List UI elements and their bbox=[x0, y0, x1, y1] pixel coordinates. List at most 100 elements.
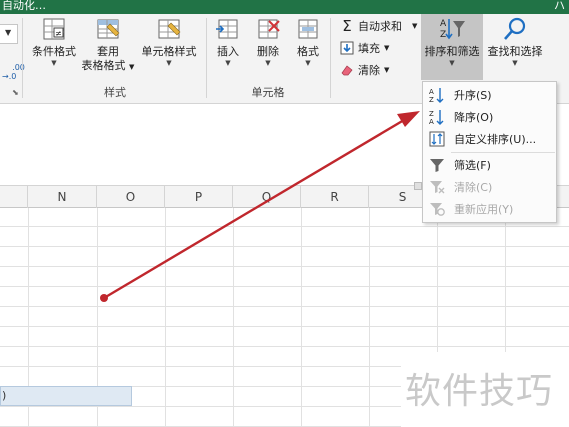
grid-line bbox=[0, 326, 569, 327]
cell-styles-icon bbox=[158, 19, 181, 39]
format-icon bbox=[298, 19, 318, 39]
chevron-down-icon: ▼ bbox=[512, 59, 518, 67]
svg-text:Z: Z bbox=[429, 96, 434, 103]
menu-item-clear-filter[interactable]: 清除(C) bbox=[423, 176, 556, 198]
sort-ascending-icon: A Z bbox=[429, 87, 445, 103]
svg-text:≠: ≠ bbox=[55, 29, 62, 38]
chevron-down-icon: ▼ bbox=[166, 59, 172, 67]
chevron-down-icon: ▼ bbox=[5, 28, 12, 37]
insert-label: 插入 bbox=[217, 45, 239, 58]
grid-line bbox=[0, 246, 569, 247]
window-title: 自动化… bbox=[2, 0, 46, 12]
grid-line bbox=[0, 306, 569, 307]
autosum-button[interactable]: Σ 自动求和 ▼ bbox=[340, 16, 417, 36]
clear-filter-icon bbox=[429, 179, 445, 195]
fill-button[interactable]: 填充 ▼ bbox=[340, 38, 389, 58]
chevron-down-icon: ▼ bbox=[225, 59, 231, 67]
menu-item-reapply[interactable]: 重新应用(Y) bbox=[423, 198, 556, 220]
magnifier-icon bbox=[504, 17, 526, 40]
dialog-launcher-icon[interactable]: ⬊ bbox=[12, 88, 19, 97]
title-bar: 自动化… ハ bbox=[0, 0, 569, 14]
autosum-label: 自动求和 bbox=[358, 20, 402, 33]
svg-text:Z: Z bbox=[440, 30, 446, 40]
menu-item-sort-descending[interactable]: Z A 降序(O) bbox=[423, 106, 556, 128]
grid-line bbox=[0, 266, 569, 267]
fill-label: 填充 bbox=[358, 42, 380, 55]
sort-filter-button[interactable]: A Z 排序和筛选 ▼ bbox=[421, 14, 483, 80]
cell-styles-button[interactable]: 单元格样式 ▼ bbox=[140, 16, 198, 67]
table-format-button[interactable]: 套用 表格格式 ▼ bbox=[80, 16, 136, 74]
conditional-format-label: 条件格式 bbox=[32, 45, 76, 58]
svg-text:A: A bbox=[429, 118, 434, 125]
menu-item-filter[interactable]: 筛选(F) bbox=[423, 154, 556, 176]
delete-label: 删除 bbox=[257, 45, 279, 58]
clear-label: 清除 bbox=[358, 64, 380, 77]
menu-item-label: 降序(O) bbox=[454, 111, 494, 124]
format-label: 格式 bbox=[297, 45, 319, 58]
delete-button[interactable]: 删除 ▼ bbox=[250, 16, 286, 67]
reapply-filter-icon bbox=[429, 201, 445, 217]
table-format-label-2: 表格格式 ▼ bbox=[81, 59, 135, 72]
menu-item-label: 筛选(F) bbox=[454, 159, 491, 172]
sort-filter-icon: A Z bbox=[440, 19, 465, 40]
format-button[interactable]: 格式 ▼ bbox=[290, 16, 326, 67]
table-format-label-1: 套用 bbox=[97, 45, 119, 58]
chevron-down-icon: ▼ bbox=[51, 59, 57, 67]
sort-filter-label: 排序和筛选 bbox=[424, 45, 480, 58]
delete-icon bbox=[258, 19, 280, 39]
number-format-dropdown[interactable]: ▼ bbox=[0, 24, 18, 44]
fill-down-icon bbox=[340, 41, 354, 55]
column-header-r[interactable]: R bbox=[301, 186, 369, 208]
svg-text:A: A bbox=[440, 19, 447, 29]
grid-line bbox=[165, 208, 166, 427]
cell-styles-label: 单元格样式 bbox=[141, 45, 197, 58]
grid-line bbox=[233, 208, 234, 427]
find-select-label: 查找和选择 bbox=[487, 45, 543, 58]
menu-item-label: 重新应用(Y) bbox=[454, 203, 514, 216]
group-separator bbox=[330, 18, 331, 98]
column-header-partial[interactable] bbox=[0, 186, 28, 208]
grid-line bbox=[369, 208, 370, 427]
menu-item-label: 清除(C) bbox=[454, 181, 493, 194]
watermark: 软件技巧 bbox=[401, 352, 569, 427]
group-separator bbox=[22, 18, 23, 98]
sigma-icon: Σ bbox=[342, 17, 352, 35]
clear-button[interactable]: 清除 ▼ bbox=[340, 60, 389, 80]
conditional-format-button[interactable]: ≠ 条件格式 ▼ bbox=[30, 16, 78, 67]
svg-text:Z: Z bbox=[429, 110, 434, 118]
selected-cell[interactable]: ) bbox=[0, 386, 132, 406]
grid-line bbox=[0, 226, 569, 227]
conditional-format-icon: ≠ bbox=[43, 18, 65, 40]
decrease-decimal-button[interactable]: .00 →.0 bbox=[2, 54, 25, 81]
svg-text:A: A bbox=[429, 88, 434, 96]
column-header-n[interactable]: N bbox=[28, 186, 97, 208]
chevron-down-icon: ▼ bbox=[265, 59, 271, 67]
sort-filter-menu: A Z 升序(S) Z A 降序(O) 自定义排序(U)... 筛选(F) 清除… bbox=[422, 81, 557, 223]
sort-descending-icon: Z A bbox=[429, 109, 445, 125]
cells-group-label: 单元格 bbox=[251, 86, 285, 99]
insert-button[interactable]: 插入 ▼ bbox=[210, 16, 246, 67]
menu-separator bbox=[451, 152, 555, 153]
eraser-icon bbox=[341, 65, 353, 76]
chevron-down-icon: ▼ bbox=[449, 59, 455, 67]
window-corner-text: ハ bbox=[554, 0, 565, 12]
menu-item-label: 升序(S) bbox=[454, 89, 492, 102]
menu-item-label: 自定义排序(U)... bbox=[454, 133, 537, 146]
find-select-button[interactable]: 查找和选择 ▼ bbox=[484, 16, 546, 67]
grid-line bbox=[0, 286, 569, 287]
menu-item-sort-ascending[interactable]: A Z 升序(S) bbox=[423, 84, 556, 106]
chevron-down-icon: ▼ bbox=[305, 59, 311, 67]
chevron-down-icon: ▼ bbox=[384, 44, 390, 52]
watermark-text: 软件技巧 bbox=[405, 371, 554, 412]
column-header-p[interactable]: P bbox=[165, 186, 233, 208]
insert-icon bbox=[216, 19, 238, 39]
table-format-icon bbox=[97, 19, 120, 39]
chevron-down-icon: ▼ bbox=[384, 66, 390, 74]
filter-icon bbox=[429, 157, 445, 173]
styles-group-label: 样式 bbox=[104, 86, 126, 99]
filter-scroll-marker bbox=[414, 182, 422, 190]
column-header-o[interactable]: O bbox=[97, 186, 165, 208]
menu-item-custom-sort[interactable]: 自定义排序(U)... bbox=[423, 128, 556, 150]
grid-line bbox=[0, 346, 569, 347]
column-header-q[interactable]: Q bbox=[233, 186, 301, 208]
